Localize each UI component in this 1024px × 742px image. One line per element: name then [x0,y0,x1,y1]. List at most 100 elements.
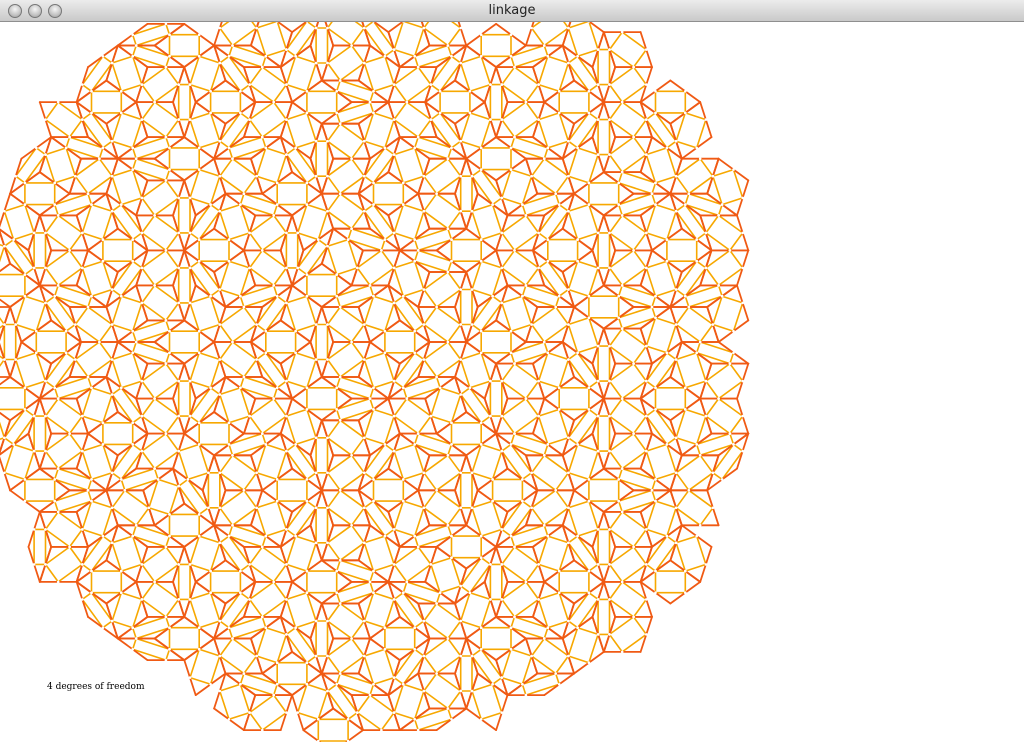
joint [35,329,38,333]
joint [168,513,171,516]
joint [44,231,47,235]
joint [620,214,624,217]
inner-bar [675,175,690,195]
joint [177,484,180,488]
inner-bar [102,140,113,149]
inner-bar [350,157,366,177]
inner-bar [131,136,167,149]
inner-bar [695,351,731,365]
joint [120,203,123,206]
inner-bar [554,192,561,206]
inner-bar [513,432,549,446]
inner-bar [335,267,359,276]
inner-bar [537,380,561,389]
joint [665,534,669,538]
joint [530,506,533,510]
joint [264,55,268,58]
joint [239,294,242,298]
inner-bar [335,559,342,572]
outer-bars-layer [0,22,750,742]
joint [620,30,624,34]
joint [380,728,383,732]
joint [620,100,624,104]
inner-bar [264,528,288,537]
inner-bar [350,524,366,544]
inner-bar [326,175,342,195]
joint [446,524,450,527]
joint [110,393,114,396]
joint [674,436,678,440]
linkage-canvas[interactable]: 4 degrees of freedom [0,22,1024,742]
inner-bar [654,316,677,326]
joint [429,83,433,86]
inner-bar [423,288,438,308]
inner-bar [157,478,180,487]
inner-bar [248,66,264,86]
inner-bar [430,83,441,93]
inner-bar [294,323,317,333]
joint [674,139,678,143]
joint [620,397,624,400]
joint [326,358,329,361]
joint [227,534,231,538]
inner-bar [81,528,104,537]
joint [285,449,288,453]
inner-bar [621,316,657,330]
joint [314,471,318,475]
joint [596,266,600,270]
inner-bar [264,147,288,156]
inner-bar [608,633,624,653]
joint [435,489,438,492]
inner-bar [608,101,624,121]
inner-bar [645,112,657,121]
inner-bar [480,443,503,452]
joint [53,478,56,481]
linkage-drawing[interactable] [0,22,1024,742]
joint [489,598,492,601]
inner-bar [255,323,267,333]
joint [546,238,550,241]
joint [617,181,620,185]
joint [546,55,550,58]
inner-bar [500,676,524,686]
inner-bar [567,140,579,149]
joint [90,569,93,573]
inner-bar [165,179,180,199]
inner-bar [98,341,113,361]
inner-bar [228,260,251,269]
inner-bar [621,203,657,217]
joint [596,449,600,453]
joint [168,329,171,333]
joint [617,478,620,481]
joint [338,79,342,82]
joint [567,654,570,658]
joint [186,478,190,481]
inner-bar [326,419,342,439]
joint [53,181,56,185]
inner-bar [35,147,47,156]
joint [218,619,222,623]
joint [596,83,600,86]
joint [383,626,387,629]
inner-bar [198,168,221,177]
inner-bar [189,415,200,424]
inner-bar [417,432,453,446]
title-bar[interactable]: linkage [0,0,1024,22]
joint [567,358,570,361]
joint [188,196,192,200]
inner-bar [393,260,416,269]
inner-bar [261,136,267,149]
inner-bar [471,471,494,481]
joint [596,633,600,636]
joint [479,351,483,355]
inner-bar [306,175,317,184]
joint [326,471,329,475]
inner-bar [165,168,171,182]
joint [435,192,438,195]
joint [44,118,47,121]
inner-bar [111,386,123,396]
joint [468,111,472,115]
joint [218,209,222,213]
joint [53,203,56,206]
inner-bar [521,192,557,206]
